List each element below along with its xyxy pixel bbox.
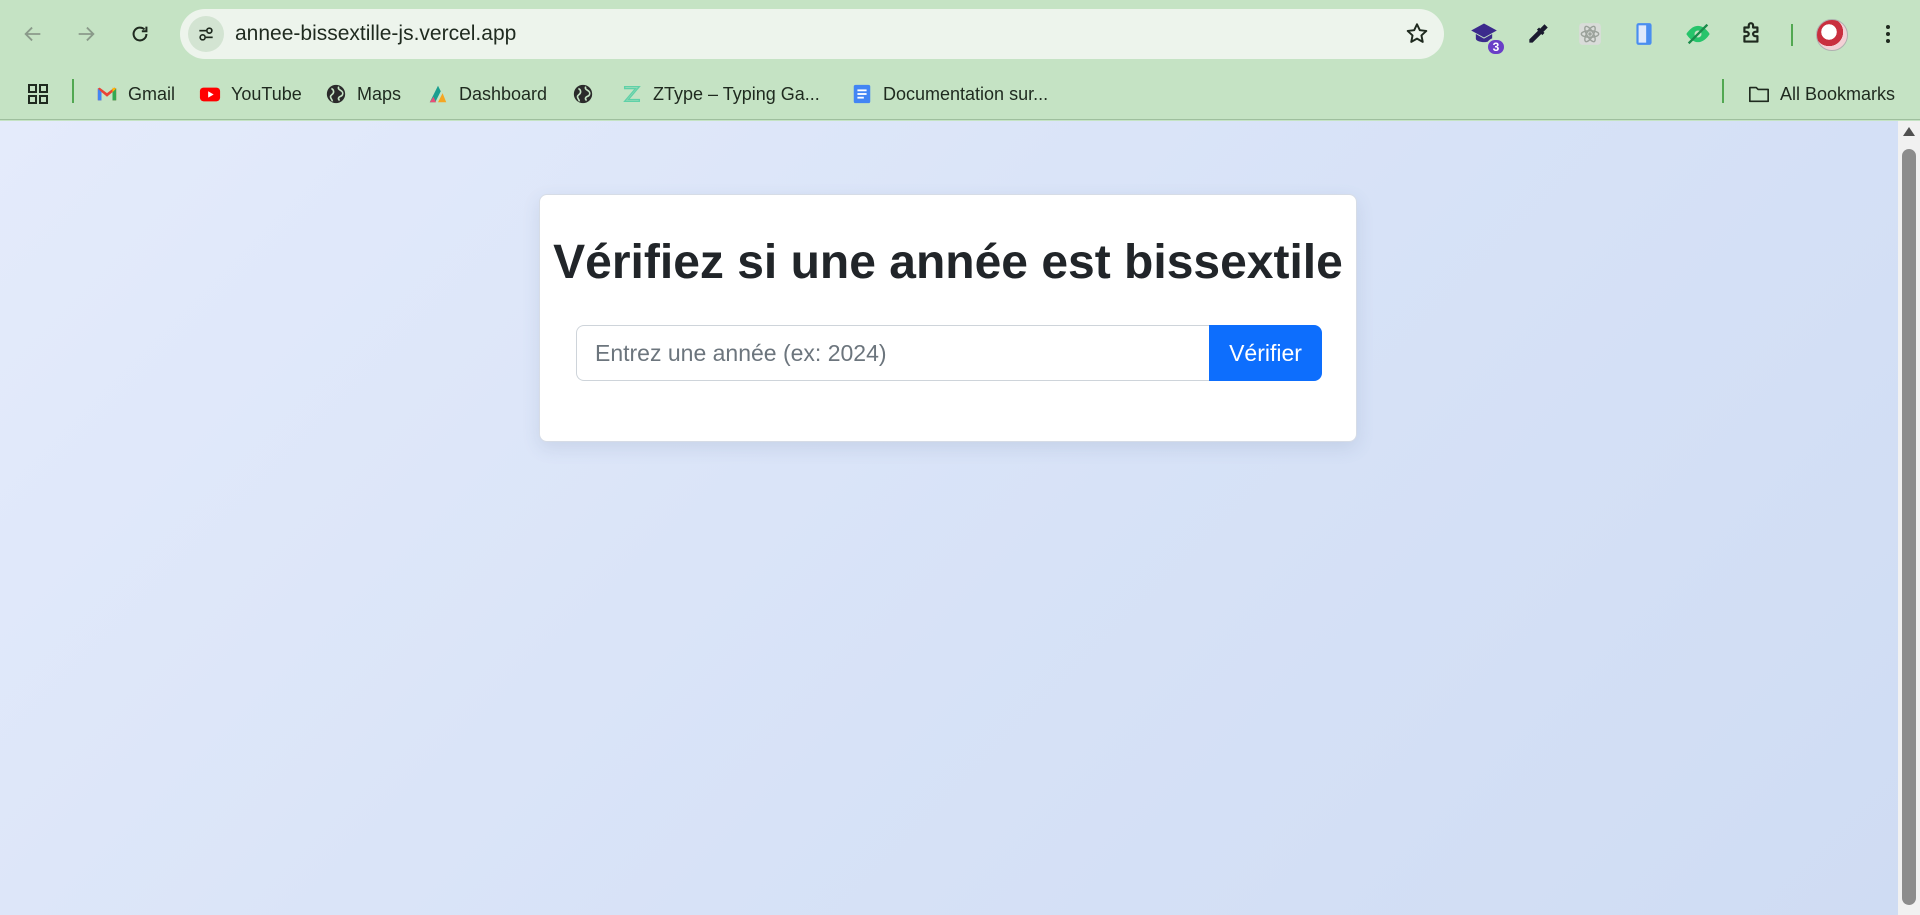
back-button[interactable]: [15, 16, 51, 52]
bookmarks-bar: Gmail YouTube Maps Dashboard ZType – Typ…: [0, 68, 1920, 120]
youtube-icon: [199, 83, 221, 105]
eyedropper-icon: [1529, 24, 1548, 43]
bookmark-star-icon[interactable]: [1404, 21, 1430, 47]
puzzle-icon: [1743, 22, 1759, 43]
bookmark-dashboard[interactable]: Dashboard: [427, 78, 547, 110]
bookmark-label: Documentation sur...: [883, 83, 1049, 104]
eye-slash-icon: [1686, 23, 1710, 45]
extension-device-button[interactable]: [1628, 18, 1660, 50]
leap-year-card: Vérifiez si une année est bissextile Vér…: [539, 194, 1357, 442]
bookmarks-divider: [1722, 79, 1724, 103]
extension-badge: 3: [1486, 38, 1506, 56]
address-bar[interactable]: annee-bissextille-js.vercel.app: [180, 9, 1444, 59]
reload-icon: [132, 26, 148, 42]
bookmark-label: Gmail: [128, 83, 176, 104]
bookmark-label: Dashboard: [459, 83, 548, 104]
extension-react-button[interactable]: [1574, 18, 1606, 50]
bookmark-gmail[interactable]: Gmail: [96, 78, 175, 110]
site-info-button[interactable]: [188, 16, 224, 52]
bookmark-ztype[interactable]: ZType – Typing Ga...: [621, 78, 820, 110]
docs-icon: [851, 83, 873, 105]
profile-avatar[interactable]: [1816, 19, 1848, 51]
tune-icon: [199, 27, 213, 41]
gmail-icon: [96, 83, 118, 105]
dashboard-icon: [427, 83, 449, 105]
bookmark-label: YouTube: [231, 83, 302, 104]
reload-button[interactable]: [122, 16, 158, 52]
arrow-left-icon: [24, 26, 41, 42]
page-viewport: Vérifiez si une année est bissextile Vér…: [0, 121, 1898, 915]
bookmark-globe[interactable]: [572, 78, 604, 110]
apps-button[interactable]: [26, 78, 50, 110]
extensions-menu-button[interactable]: [1736, 18, 1768, 50]
scroll-up-arrow[interactable]: [1903, 127, 1915, 136]
bookmark-label: ZType – Typing Ga...: [653, 83, 820, 104]
extension-eyedropper-button[interactable]: [1522, 18, 1554, 50]
forward-button[interactable]: [68, 16, 104, 52]
toolbar-divider: [1791, 24, 1793, 46]
bookmark-documentation[interactable]: Documentation sur...: [851, 78, 1048, 110]
mobile-device-icon: [1636, 23, 1652, 45]
globe-icon: [325, 83, 347, 105]
kebab-menu-icon: [1886, 25, 1890, 43]
globe-icon: [572, 83, 594, 105]
chrome-menu-button[interactable]: [1872, 18, 1904, 50]
vertical-scrollbar[interactable]: [1898, 121, 1920, 915]
react-icon: [1579, 23, 1601, 45]
url-text[interactable]: annee-bissextille-js.vercel.app: [235, 22, 516, 46]
page-title: Vérifiez si une année est bissextile: [553, 236, 1343, 289]
scroll-thumb[interactable]: [1902, 149, 1916, 905]
browser-toolbar: annee-bissextille-js.vercel.app 3: [0, 0, 1920, 68]
bookmark-youtube[interactable]: YouTube: [199, 78, 302, 110]
year-input[interactable]: [576, 325, 1212, 381]
verify-button[interactable]: Vérifier: [1209, 325, 1322, 381]
arrow-right-icon: [78, 26, 95, 42]
all-bookmarks-button[interactable]: All Bookmarks: [1748, 78, 1895, 110]
bookmark-label: Maps: [357, 83, 402, 104]
bookmark-maps[interactable]: Maps: [325, 78, 401, 110]
extension-graduation-button[interactable]: 3: [1468, 18, 1506, 56]
folder-icon: [1748, 83, 1770, 105]
all-bookmarks-label: All Bookmarks: [1780, 83, 1896, 104]
extension-eye-button[interactable]: [1682, 18, 1714, 50]
apps-grid-icon: [28, 84, 48, 104]
ztype-icon: [621, 83, 643, 105]
bookmarks-divider: [72, 79, 74, 103]
